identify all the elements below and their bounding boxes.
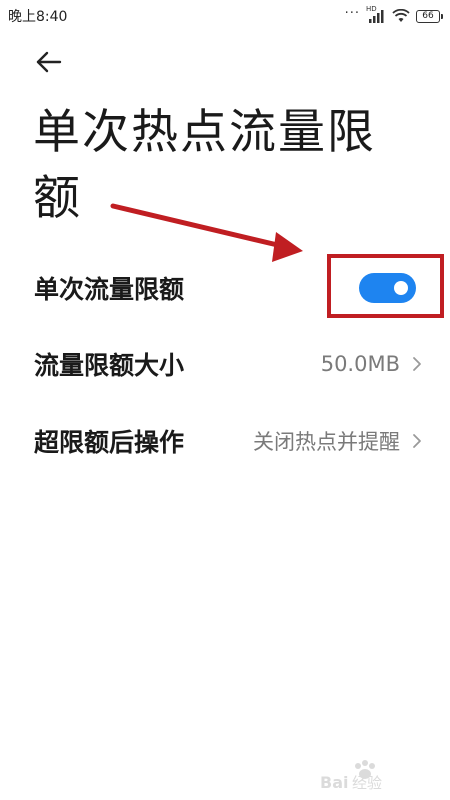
signal-icon: HD xyxy=(366,5,386,24)
chevron-right-icon xyxy=(413,357,421,371)
battery-level: 66 xyxy=(422,11,434,21)
svg-text:Bai: Bai xyxy=(320,773,348,792)
limit-size-row[interactable]: 流量限额大小 50.0MB xyxy=(0,334,450,394)
over-limit-action-row[interactable]: 超限额后操作 关闭热点并提醒 xyxy=(0,411,450,471)
notification-dots-icon: ··· xyxy=(344,6,360,21)
over-limit-action-value: 关闭热点并提醒 xyxy=(253,430,400,454)
page-title: 单次热点流量限额 xyxy=(33,105,376,226)
limit-toggle-label: 单次流量限额 xyxy=(34,275,185,304)
wifi-icon xyxy=(392,9,410,22)
baidu-jingyan-watermark-logo: Bai 经验 xyxy=(320,760,382,792)
annotation-highlight-box xyxy=(327,254,444,318)
limit-size-label: 流量限额大小 xyxy=(34,351,185,380)
status-icons: ··· HD 66 xyxy=(344,5,443,25)
status-bar: 晚上8:40 ··· HD 66 xyxy=(0,0,450,32)
arrow-left-icon xyxy=(36,51,62,73)
status-time: 晚上8:40 xyxy=(8,9,68,25)
svg-text:经验: 经验 xyxy=(352,774,382,792)
limit-size-value: 50.0MB xyxy=(320,352,400,376)
back-button[interactable] xyxy=(30,44,70,80)
over-limit-action-label: 超限额后操作 xyxy=(34,428,185,457)
battery-icon: 66 xyxy=(416,9,443,23)
chevron-right-icon xyxy=(413,434,421,448)
